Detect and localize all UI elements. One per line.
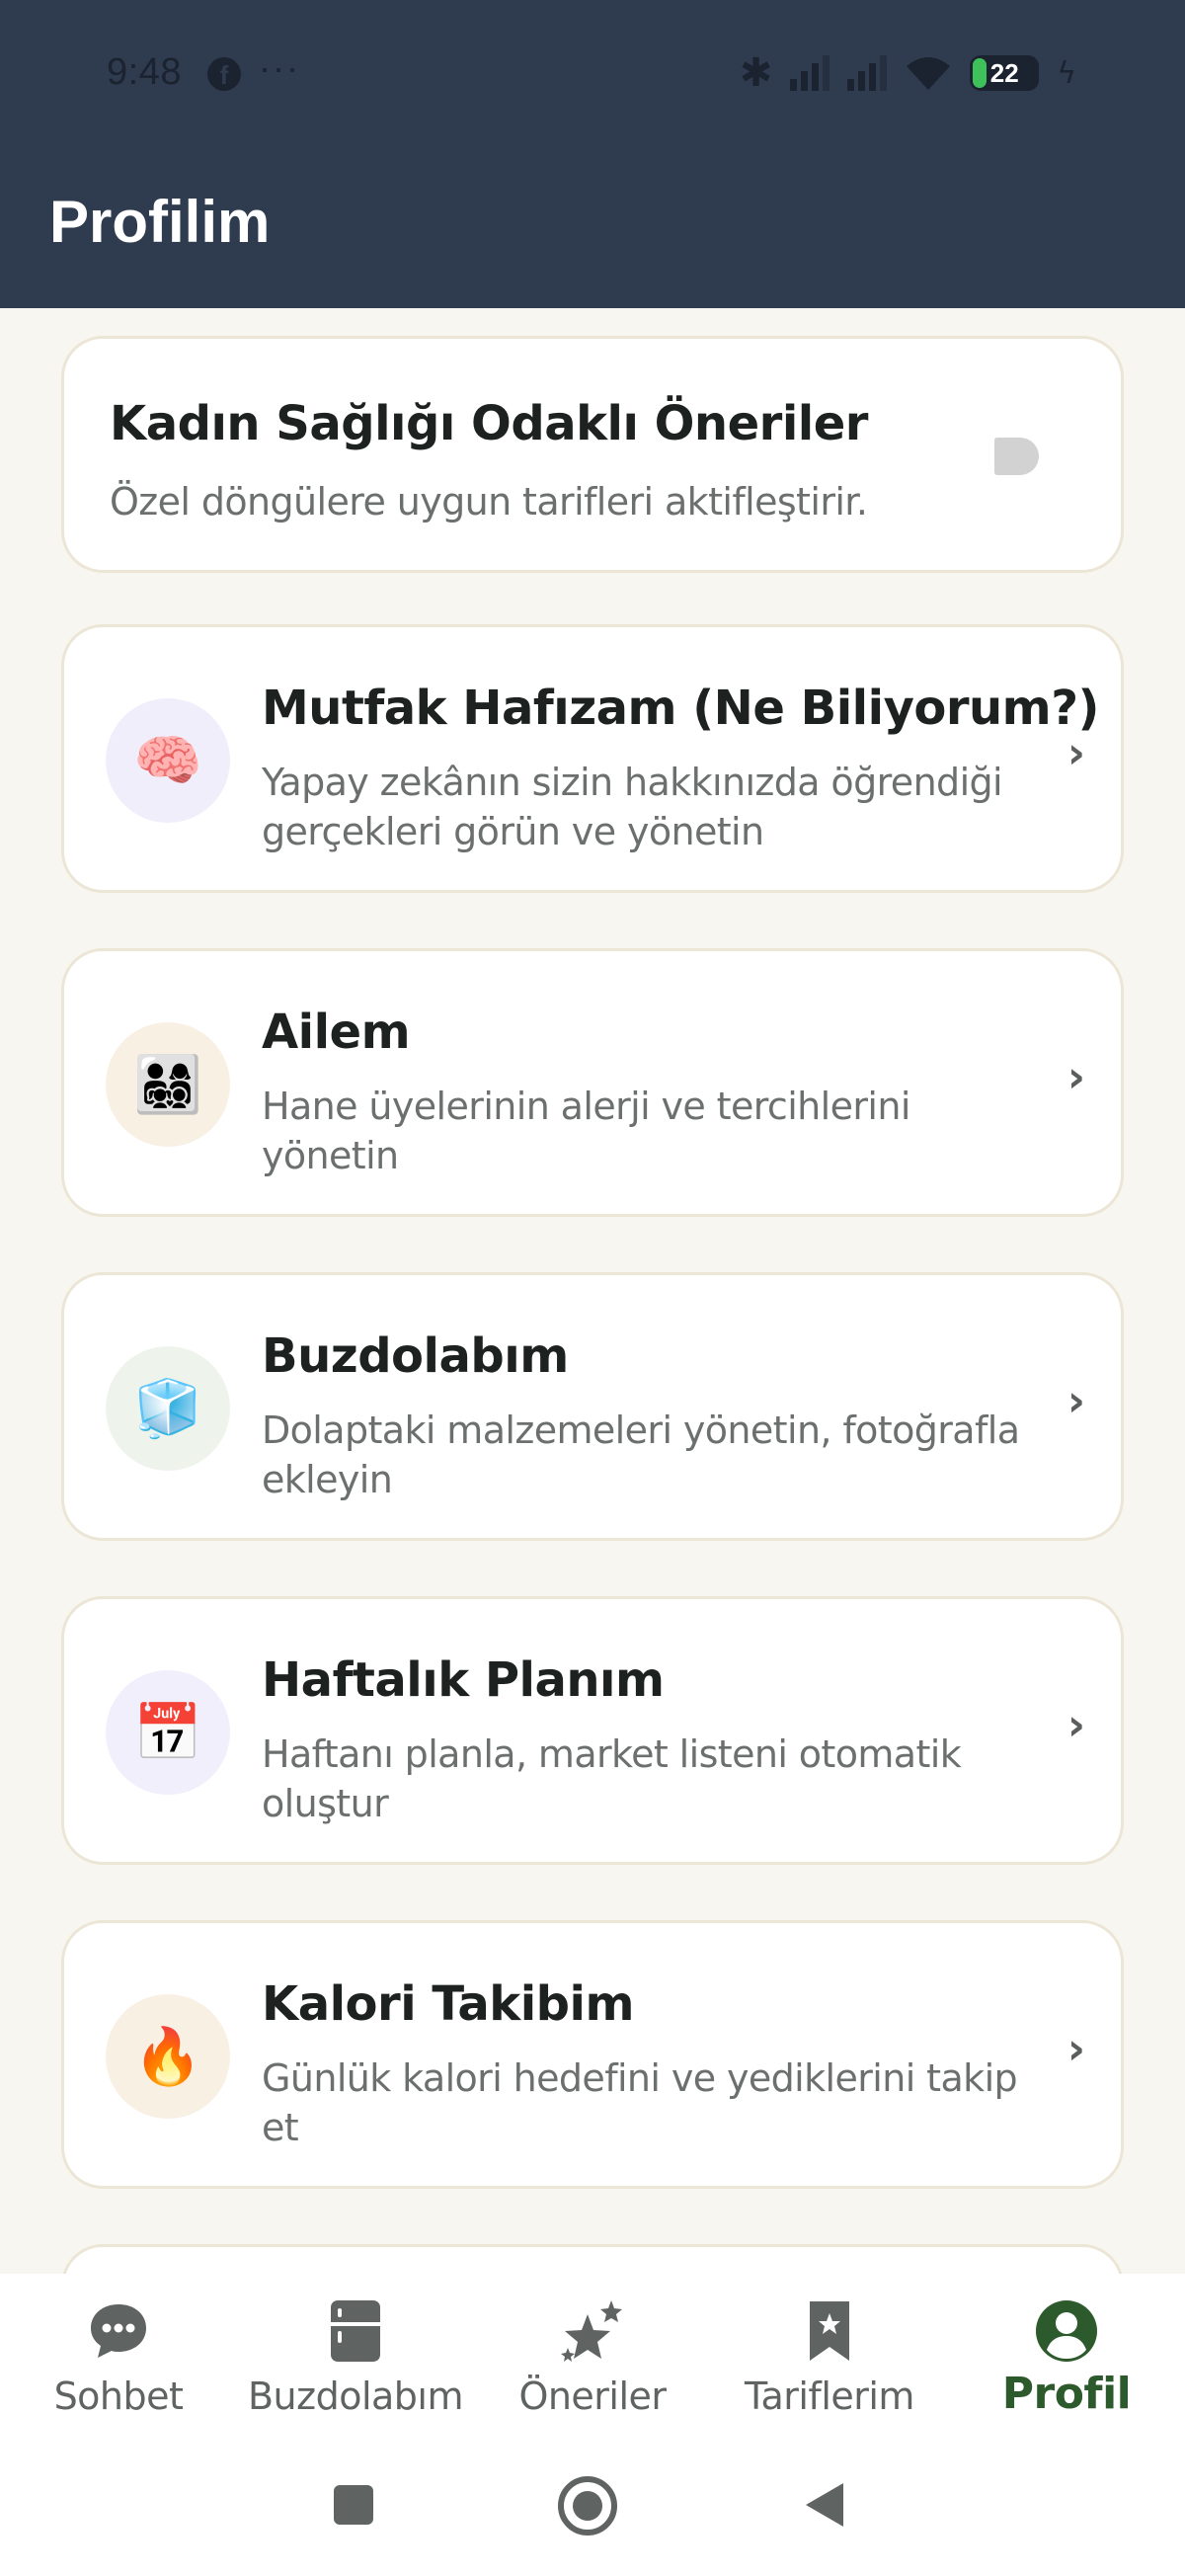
back-button-icon[interactable] (802, 2479, 847, 2531)
menu-card-description-line-2: gerçekleri görün ve yönetin (262, 810, 764, 853)
battery-level: 22 (989, 57, 1019, 88)
brain-icon: 🧠 (106, 698, 230, 823)
menu-card-description-line-1: Haftanı planla, market listeni otomatik (262, 1732, 962, 1776)
menu-card-title: Kalori Takibim (262, 1976, 635, 2032)
battery-icon: 22 (970, 55, 1040, 91)
signal-icon-2 (847, 55, 888, 91)
bookmark-icon (810, 2301, 849, 2361)
chevron-right-icon: › (1066, 1376, 1085, 1426)
nav-label-oneriler: Öneriler (518, 2375, 667, 2418)
menu-card-ice-cube[interactable]: 🧊 Buzdolabım Dolaptaki malzemeleri yönetin… (61, 1272, 1124, 1541)
fire-icon: 🔥 (106, 1994, 230, 2119)
womens-health-description: Özel döngülere uygun tarifleri aktifleşt… (110, 480, 868, 523)
fridge-icon (331, 2300, 380, 2362)
profile-content[interactable]: Kadın Sağlığı Odaklı Öneriler Özel döngü… (0, 308, 1185, 2274)
menu-card-title: Mutfak Hafızam (Ne Biliyorum?) (262, 681, 1099, 736)
womens-health-title: Kadın Sağlığı Odaklı Öneriler (110, 396, 868, 451)
page-title: Profilim (49, 189, 271, 255)
womens-health-card: Kadın Sağlığı Odaklı Öneriler Özel döngü… (61, 336, 1124, 573)
nav-label-sohbet: Sohbet (53, 2375, 184, 2418)
menu-card-description-line-1: Günlük kalori hedefini ve yediklerini ta… (262, 2056, 1018, 2100)
bluetooth-icon: ✱ (739, 50, 773, 96)
menu-card-title: Buzdolabım (262, 1328, 569, 1384)
bottom-navigation: Sohbet Buzdolabım Öneriler Tariflerim Pr… (0, 2274, 1185, 2446)
charging-icon: ϟ (1057, 55, 1076, 91)
nav-label-buzdolabim: Buzdolabım (247, 2375, 464, 2418)
calendar-icon: 📅 (106, 1670, 230, 1795)
chat-icon (91, 2304, 146, 2358)
app-header: 9:48 f ··· ✱ 22 ϟ Profilim (0, 0, 1185, 308)
more-notifications-icon: ··· (259, 47, 300, 88)
wifi-icon (907, 57, 951, 90)
menu-card-partial[interactable] (61, 2244, 1124, 2274)
menu-card-calendar[interactable]: 📅 Haftalık Planım Haftanı planla, market l… (61, 1596, 1124, 1865)
signal-icon (790, 55, 830, 91)
family-icon: 👨‍👩‍👧‍👦 (106, 1022, 230, 1147)
profile-icon (1036, 2300, 1097, 2362)
status-bar: 9:48 f ··· ✱ 22 ϟ (0, 0, 1185, 148)
sparkle-stars-icon (561, 2300, 622, 2362)
nav-tariflerim[interactable]: Tariflerim (711, 2295, 948, 2418)
menu-card-description-line-2: et (262, 2106, 299, 2149)
chevron-right-icon: › (1066, 728, 1085, 778)
womens-health-toggle[interactable] (994, 436, 1040, 477)
chevron-right-icon: › (1066, 1052, 1085, 1102)
system-navigation-bar (0, 2446, 1185, 2576)
nav-sohbet[interactable]: Sohbet (0, 2295, 237, 2418)
menu-card-title: Ailem (262, 1005, 411, 1060)
chevron-right-icon: › (1066, 1700, 1085, 1750)
menu-card-description-line-1: Dolaptaki malzemeleri yönetin, fotoğrafl… (262, 1409, 1020, 1452)
menu-card-family[interactable]: 👨‍👩‍👧‍👦 Ailem Hane üyelerinin alerji ve te… (61, 948, 1124, 1217)
nav-oneriler[interactable]: Öneriler (474, 2295, 711, 2418)
menu-card-title: Haftalık Planım (262, 1652, 665, 1708)
menu-card-description-line-2: ekleyin (262, 1458, 393, 1501)
status-time: 9:48 (107, 51, 182, 93)
ice-cube-icon: 🧊 (106, 1346, 230, 1471)
nav-profil[interactable]: Profil (948, 2295, 1185, 2419)
home-button-icon[interactable] (557, 2475, 618, 2536)
menu-card-description-line-2: oluştur (262, 1782, 389, 1825)
menu-card-fire[interactable]: 🔥 Kalori Takibim Günlük kalori hedefini ve… (61, 1920, 1124, 2189)
menu-card-description-line-1: Yapay zekânın sizin hakkınızda öğrendiği (262, 761, 1003, 804)
chevron-right-icon: › (1066, 2024, 1085, 2074)
menu-card-brain[interactable]: 🧠 Mutfak Hafızam (Ne Biliyorum?) Yapay zek… (61, 624, 1124, 893)
recents-button-icon[interactable] (332, 2483, 375, 2527)
facebook-icon: f (207, 57, 241, 91)
nav-label-tariflerim: Tariflerim (745, 2375, 914, 2418)
menu-card-description-line-1: Hane üyelerinin alerji ve tercihlerini (262, 1085, 910, 1128)
menu-card-description-line-2: yönetin (262, 1134, 399, 1177)
nav-label-profil: Profil (1001, 2369, 1132, 2419)
nav-buzdolabim[interactable]: Buzdolabım (237, 2295, 474, 2418)
